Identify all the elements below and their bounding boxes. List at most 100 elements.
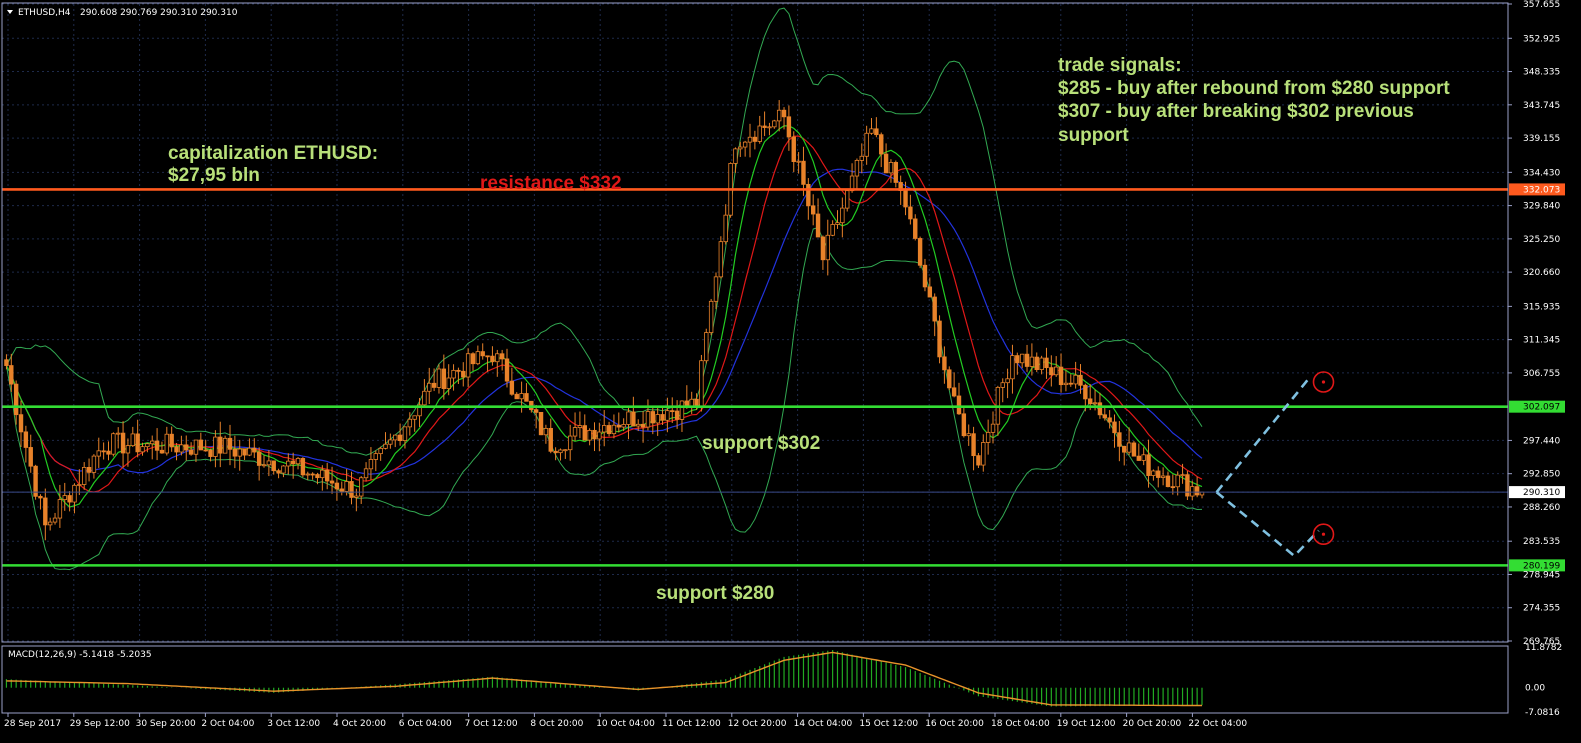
candle-body	[1102, 414, 1107, 419]
candle-body	[519, 393, 524, 400]
candle-body	[587, 429, 592, 441]
candle-body	[393, 434, 398, 441]
candle-body	[120, 432, 126, 454]
candle-body	[859, 155, 864, 161]
candle-body	[772, 120, 777, 128]
candle-body	[295, 458, 301, 465]
candle-body	[456, 369, 461, 372]
candle-body	[917, 238, 923, 266]
candle-body	[815, 213, 821, 238]
candle-body	[57, 499, 63, 519]
candle-body	[451, 369, 456, 379]
candle-body	[835, 222, 840, 225]
candle-body	[762, 125, 767, 128]
y-tick-label: 306.755	[1523, 369, 1560, 379]
candle-body	[509, 380, 515, 395]
candle-body	[621, 424, 626, 428]
y-tick-label: 288.260	[1523, 503, 1560, 513]
candle-body	[864, 132, 869, 157]
candle-body	[174, 446, 179, 453]
candle-body	[402, 426, 408, 442]
candle-body	[888, 162, 894, 174]
candle-body	[1126, 442, 1132, 453]
candle-body	[4, 359, 9, 366]
candle-body	[1039, 357, 1044, 371]
ohlc-label: 290.608 290.769 290.310 290.310	[80, 8, 238, 18]
candle-body	[1160, 475, 1166, 478]
candle-body	[1083, 384, 1088, 400]
candle-body	[951, 387, 957, 397]
candle-body	[893, 162, 899, 183]
candle-body	[597, 431, 602, 440]
candle-body	[582, 425, 587, 441]
candle-body	[422, 390, 427, 406]
candle-body	[713, 276, 719, 302]
candle-body	[383, 443, 388, 449]
candle-body	[840, 207, 845, 224]
candle-body	[674, 410, 680, 420]
candle-body	[91, 455, 97, 473]
candle-body	[101, 450, 106, 453]
y-tick-label: 315.935	[1523, 302, 1560, 312]
candle-body	[427, 382, 432, 392]
candle-body	[781, 109, 787, 118]
candle-body	[485, 355, 490, 358]
candle-body	[412, 415, 417, 420]
candle-body	[883, 153, 889, 174]
trading-chart: 332.073302.097280.199290.310 11.87820.00…	[0, 0, 1581, 743]
candle-body	[1092, 402, 1098, 405]
candle-body	[533, 409, 539, 413]
candle-body	[990, 423, 996, 433]
candle-body	[645, 411, 651, 428]
candle-body	[62, 495, 67, 500]
candle-body	[52, 517, 58, 523]
candle-body	[976, 455, 981, 466]
candle-body	[708, 300, 714, 333]
candle-body	[665, 410, 670, 421]
candle-body	[388, 439, 393, 445]
candle-body	[266, 460, 272, 466]
candle-body	[349, 481, 354, 498]
x-tick-label: 2 Oct 04:00	[201, 719, 254, 729]
x-tick-label: 29 Sep 12:00	[70, 719, 130, 729]
candle-body	[742, 141, 748, 148]
candle-body	[18, 414, 24, 433]
candle-body	[373, 453, 378, 460]
candle-body	[354, 495, 359, 498]
x-tick-label: 10 Oct 04:00	[596, 719, 655, 729]
candle-body	[38, 495, 43, 499]
signal-1: $285 - buy after rebound from $280 suppo…	[1058, 78, 1450, 99]
candle-body	[932, 296, 937, 322]
candle-body	[441, 368, 447, 390]
candle-body	[320, 469, 325, 479]
candle-body	[985, 431, 991, 443]
candle-body	[247, 447, 252, 456]
candle-body	[446, 377, 451, 390]
candle-body	[1019, 353, 1025, 364]
candle-body	[1122, 445, 1127, 453]
x-tick-label: 6 Oct 04:00	[399, 719, 452, 729]
candle-body	[1185, 474, 1190, 497]
candle-body	[1034, 356, 1039, 371]
candle-body	[1136, 455, 1142, 461]
candle-body	[465, 353, 471, 378]
candle-body	[461, 370, 466, 378]
candle-body	[786, 116, 792, 138]
candle-body	[1190, 486, 1195, 497]
candle-body	[747, 136, 753, 143]
candle-body	[602, 425, 607, 433]
capitalization-line2: $27,95 bln	[168, 165, 260, 186]
candle-body	[679, 400, 685, 420]
candle-body	[208, 449, 213, 457]
y-tick-label: 297.440	[1523, 436, 1560, 446]
y-tick-label: 348.335	[1523, 68, 1560, 78]
y-tick-label: 329.840	[1523, 202, 1560, 212]
candle-body	[135, 433, 140, 453]
candle-body	[563, 449, 568, 452]
candle-body	[879, 134, 884, 155]
candle-body	[854, 159, 860, 177]
x-tick-label: 16 Oct 20:00	[925, 719, 984, 729]
candle-body	[947, 369, 952, 389]
candle-body	[495, 353, 500, 363]
signals-title: trade signals:	[1058, 55, 1182, 76]
